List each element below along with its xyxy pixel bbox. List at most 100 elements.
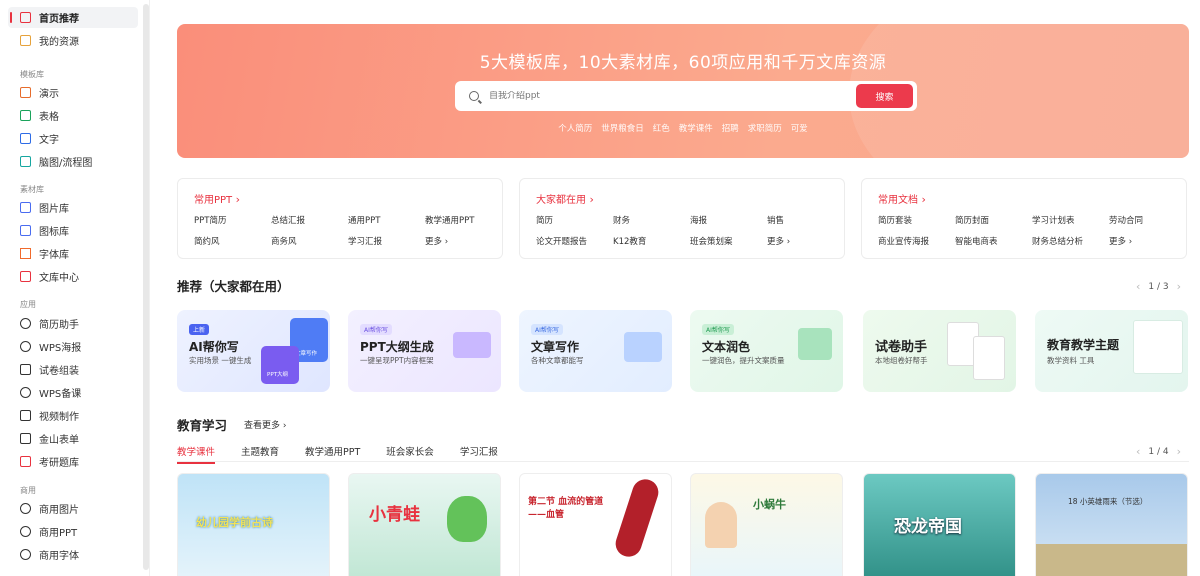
sidebar-item-commercial-ppt[interactable]: 商用PPT — [8, 521, 138, 542]
category-title[interactable]: 常用PPT — [194, 191, 240, 206]
document-icon — [20, 133, 31, 144]
sidebar-item-fonts[interactable]: 字体库 — [8, 243, 138, 264]
ai-card-exam-assistant[interactable]: 试卷助手 本地组卷好帮手 — [863, 310, 1016, 392]
category-link[interactable]: 商业宣传海报 — [878, 235, 955, 247]
hot-keyword[interactable]: 红色 — [653, 122, 670, 134]
section-title-apps: 应用 — [20, 300, 36, 309]
recommend-title: 推荐（大家都在用） — [177, 279, 290, 294]
sidebar-item-commercial-fonts[interactable]: 商用字体 — [8, 544, 138, 565]
template-thumb[interactable]: 18 小英雄雨来（节选） — [1035, 473, 1188, 576]
sidebar-scrollbar[interactable] — [143, 4, 149, 570]
category-title[interactable]: 大家都在用 — [536, 191, 594, 206]
ppt-outline-tile: PPT大纲 — [261, 346, 299, 384]
search-button[interactable]: 搜索 — [856, 84, 913, 108]
category-link[interactable]: 简历封面 — [955, 214, 1032, 226]
exam-icon — [20, 364, 31, 375]
education-tabs: 教学课件 主题教育 教学通用PPT 班会家长会 学习汇报 — [177, 444, 498, 464]
sidebar-item-resume-assistant[interactable]: 简历助手 — [8, 313, 138, 334]
hot-keyword[interactable]: 世界粮食日 — [601, 122, 644, 134]
template-thumb[interactable]: 小青蛙 — [348, 473, 501, 576]
sidebar-item-spreadsheet[interactable]: 表格 — [8, 105, 138, 126]
tab-study-report[interactable]: 学习汇报 — [460, 444, 498, 458]
commercial-image-icon — [20, 503, 31, 514]
category-link[interactable]: PPT简历 — [194, 214, 271, 226]
sidebar-item-label: 试卷组装 — [39, 366, 79, 377]
tab-teaching-ppt[interactable]: 教学通用PPT — [305, 444, 360, 458]
card-title: PPT大纲生成 — [360, 340, 434, 354]
category-title[interactable]: 常用文档 — [878, 191, 926, 206]
sidebar-item-wps-lesson[interactable]: WPS备课 — [8, 382, 138, 403]
template-thumb[interactable]: 小蜗牛 — [690, 473, 843, 576]
ai-card-text-polish[interactable]: AI帮你写 文本润色 一键润色，提升文案质量 — [690, 310, 843, 392]
ai-card-education-theme[interactable]: 教育教学主题 教学资料 工具 — [1035, 310, 1188, 392]
form-icon — [20, 433, 31, 444]
category-link[interactable]: 论文开题报告 — [536, 235, 613, 247]
next-page-icon[interactable]: › — [1177, 280, 1181, 293]
more-link[interactable]: 更多 › — [767, 235, 837, 247]
sidebar-item-mindmap[interactable]: 脑图/流程图 — [8, 151, 138, 172]
category-link[interactable]: 学习汇报 — [348, 235, 425, 247]
sidebar-item-question-bank[interactable]: 考研题库 — [8, 451, 138, 472]
prev-page-icon[interactable]: ‹ — [1136, 280, 1140, 293]
next-page-icon[interactable]: › — [1177, 445, 1181, 458]
category-link[interactable]: 学习计划表 — [1032, 214, 1109, 226]
education-title: 教育学习 — [177, 418, 228, 433]
more-link[interactable]: 更多 › — [425, 235, 495, 247]
category-link[interactable]: 总结汇报 — [271, 214, 348, 226]
sidebar-item-images[interactable]: 图片库 — [8, 197, 138, 218]
sidebar-item-kingsoft-form[interactable]: 金山表单 — [8, 428, 138, 449]
tab-class-meeting[interactable]: 班会家长会 — [386, 444, 434, 458]
category-link[interactable]: 简历 — [536, 214, 613, 226]
hot-keyword[interactable]: 招聘 — [722, 122, 739, 134]
person-icon — [798, 328, 832, 360]
hot-keyword[interactable]: 个人简历 — [558, 122, 592, 134]
category-link[interactable]: 教学通用PPT — [425, 214, 495, 226]
category-link[interactable]: 简历套装 — [878, 214, 955, 226]
document-icon — [624, 332, 662, 362]
category-link[interactable]: 海报 — [690, 214, 767, 226]
tab-courseware[interactable]: 教学课件 — [177, 444, 216, 464]
presentation-icon — [20, 87, 31, 98]
search-input[interactable] — [489, 91, 849, 101]
tab-theme-education[interactable]: 主题教育 — [241, 444, 279, 458]
sidebar-item-my-resources[interactable]: 我的资源 — [8, 30, 138, 51]
sidebar-item-document[interactable]: 文字 — [8, 128, 138, 149]
category-link[interactable]: 劳动合同 — [1109, 214, 1179, 226]
sidebar-item-home[interactable]: 首页推荐 — [8, 7, 138, 28]
ai-card-article-writing[interactable]: AI帮你写 文章写作 各种文章都能写 — [519, 310, 672, 392]
thumb-title: 小蜗牛 — [753, 498, 786, 511]
hot-keyword[interactable]: 可爱 — [791, 122, 808, 134]
category-link[interactable]: 通用PPT — [348, 214, 425, 226]
sidebar-item-wps-poster[interactable]: WPS海报 — [8, 336, 138, 357]
sidebar-item-label: 图标库 — [39, 227, 69, 238]
more-link[interactable]: 更多 › — [1109, 235, 1179, 247]
template-thumb[interactable]: 恐龙帝国 — [863, 473, 1016, 576]
library-icon — [20, 271, 31, 282]
category-link[interactable]: 智能电商表 — [955, 235, 1032, 247]
sidebar-item-presentation[interactable]: 演示 — [8, 82, 138, 103]
prev-page-icon[interactable]: ‹ — [1136, 445, 1140, 458]
category-link[interactable]: 财务总结分析 — [1032, 235, 1109, 247]
hot-keyword[interactable]: 求职简历 — [748, 122, 782, 134]
exam-paper-icon — [973, 336, 1005, 380]
ai-card-ai-write[interactable]: 上新 AI帮你写 实用场景 一键生成 文章写作 PPT大纲 — [177, 310, 330, 392]
category-link[interactable]: 财务 — [613, 214, 690, 226]
template-thumb[interactable]: 幼儿园学前古诗 — [177, 473, 330, 576]
category-link[interactable]: 班会策划案 — [690, 235, 767, 247]
sidebar-item-commercial-images[interactable]: 商用图片 — [8, 498, 138, 519]
field-illustration — [1036, 544, 1187, 576]
main-content: 5大模板库，10大素材库，60项应用和千万文库资源 搜索 个人简历 世界粮食日 … — [150, 0, 1200, 576]
view-more-link[interactable]: 查看更多 › — [244, 418, 286, 431]
sidebar-item-icon-library[interactable]: 图标库 — [8, 220, 138, 241]
category-link[interactable]: 商务风 — [271, 235, 348, 247]
sidebar-item-exam[interactable]: 试卷组装 — [8, 359, 138, 380]
category-link[interactable]: 简约风 — [194, 235, 271, 247]
sidebar-item-video[interactable]: 视频制作 — [8, 405, 138, 426]
hot-keyword[interactable]: 教学课件 — [679, 122, 713, 134]
category-link[interactable]: 销售 — [767, 214, 837, 226]
sidebar-item-library-center[interactable]: 文库中心 — [8, 266, 138, 287]
ai-card-ppt-outline[interactable]: AI帮你写 PPT大纲生成 一键呈现PPT内容框架 — [348, 310, 501, 392]
card-title: 文章写作 — [531, 340, 580, 354]
category-link[interactable]: K12教育 — [613, 235, 690, 247]
template-thumb[interactable]: 第二节 血流的管道——血管 — [519, 473, 672, 576]
